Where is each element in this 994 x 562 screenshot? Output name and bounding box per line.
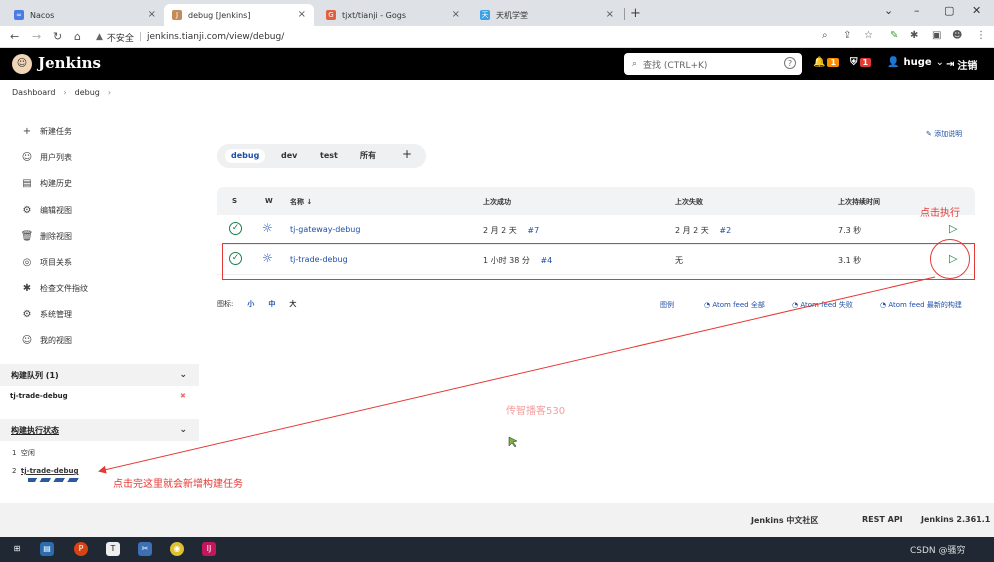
annotation-arrow bbox=[98, 276, 936, 474]
version-link[interactable]: Jenkins 2.361.1 bbox=[921, 515, 990, 524]
taskbar: ⊞ ▤ P T ✂ ◉ IJ CSDN @骚穷 bbox=[0, 537, 994, 562]
intellij-icon[interactable]: IJ bbox=[202, 542, 216, 556]
page-footer: Jenkins 中文社区 REST API Jenkins 2.361.1 bbox=[0, 503, 994, 537]
powerpoint-icon[interactable]: P bbox=[74, 542, 88, 556]
community-link[interactable]: Jenkins 中文社区 bbox=[751, 515, 818, 526]
screenshot-app-icon[interactable]: ✂ bbox=[138, 542, 152, 556]
typora-icon[interactable]: T bbox=[106, 542, 120, 556]
file-explorer-icon[interactable]: ▤ bbox=[40, 542, 54, 556]
chrome-icon[interactable]: ◉ bbox=[170, 542, 184, 556]
csdn-watermark: CSDN @骚穷 bbox=[910, 546, 966, 556]
rest-api-link[interactable]: REST API bbox=[862, 515, 903, 524]
windows-start-icon[interactable]: ⊞ bbox=[10, 542, 24, 556]
